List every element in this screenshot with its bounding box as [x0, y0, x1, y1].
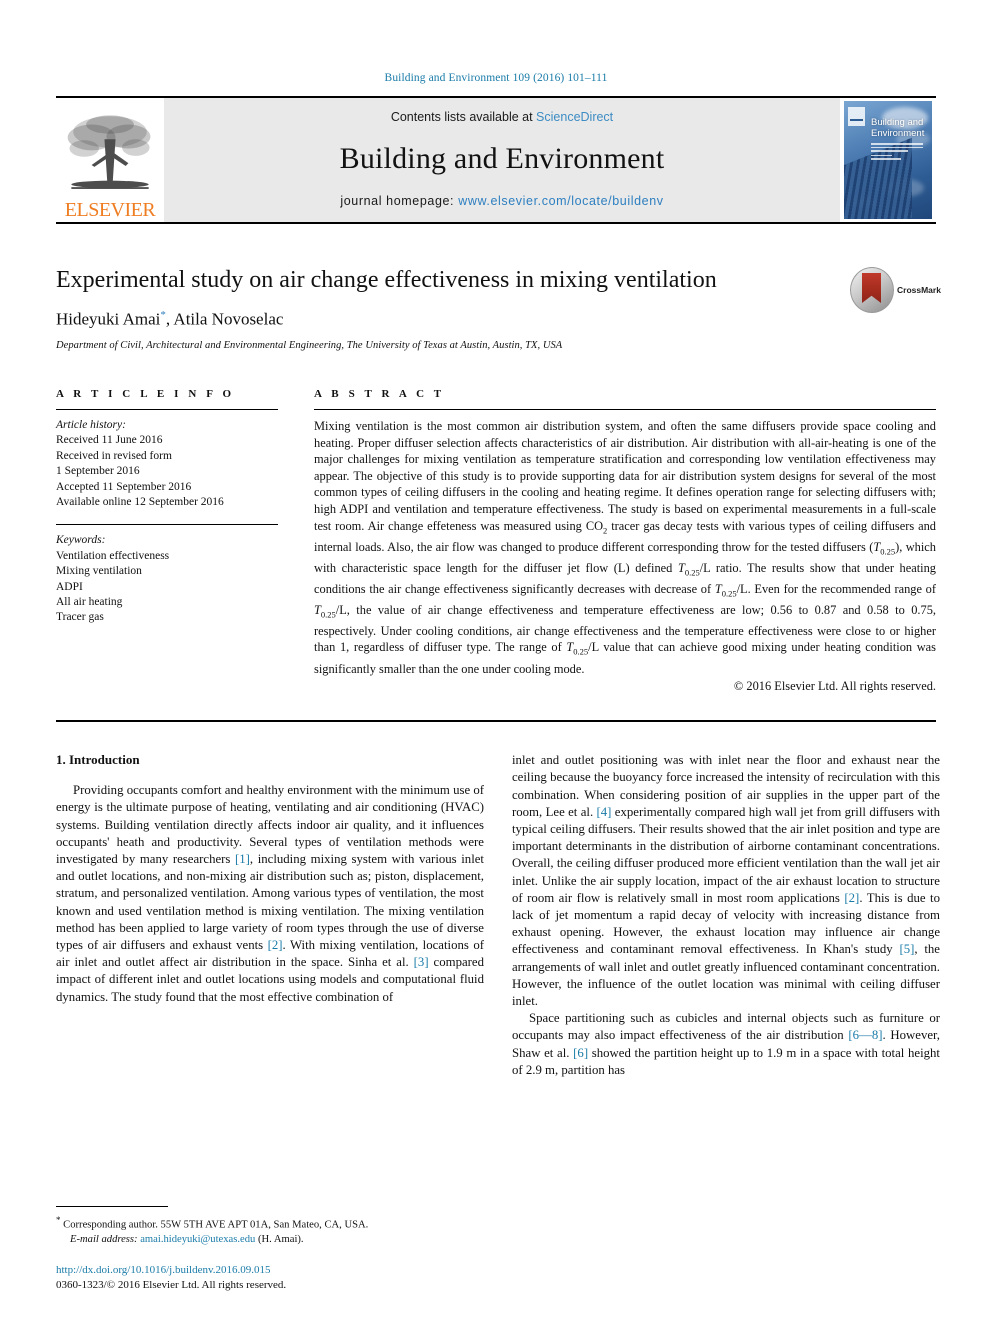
article-info-heading: A R T I C L E I N F O	[56, 388, 235, 400]
keyword-item: Tracer gas	[56, 611, 104, 624]
citation-ref-5[interactable]: [5]	[899, 942, 914, 956]
history-item: 1 September 2016	[56, 465, 140, 478]
keyword-item: Mixing ventilation	[56, 565, 142, 578]
section-heading-introduction: 1. Introduction	[56, 752, 140, 768]
t025-subscript: 0.25	[320, 609, 336, 620]
divider	[314, 409, 936, 410]
article-info-column: A R T I C L E I N F O Article history: R…	[56, 388, 278, 694]
journal-cover: Building and Environment	[840, 98, 936, 222]
citation-ref-4[interactable]: [4]	[597, 805, 612, 819]
author-primary: Hideyuki Amai	[56, 309, 161, 329]
para-seg: experimentally compared high wall jet fr…	[512, 804, 940, 905]
divider	[56, 409, 278, 410]
t025-symbol: T	[314, 602, 321, 617]
citation-ref-6[interactable]: [6]	[573, 1046, 588, 1060]
body-column-left: 1. Introduction Providing occupants comf…	[56, 752, 484, 1079]
keyword-item: ADPI	[56, 580, 83, 593]
citation-ref-2[interactable]: [2]	[844, 891, 859, 905]
sciencedirect-link[interactable]: ScienceDirect	[536, 110, 613, 124]
crossmark-icon	[850, 267, 894, 313]
citation-ref-3[interactable]: [3]	[414, 955, 429, 969]
divider	[56, 720, 936, 723]
citation-ref-2[interactable]: [2]	[268, 938, 283, 952]
affiliation: Department of Civil, Architectural and E…	[56, 339, 563, 351]
body-column-right: inlet and outlet positioning was with in…	[512, 752, 940, 1079]
history-item: Received 11 June 2016	[56, 434, 163, 447]
title-area: Experimental study on air change effecti…	[56, 266, 941, 362]
email-label: E-mail address:	[70, 1234, 138, 1245]
history-item: Received in revised form	[56, 449, 172, 462]
t025-subscript: 0.25	[684, 567, 700, 578]
paper-page: Building and Environment 109 (2016) 101–…	[0, 0, 992, 1323]
cover-elsevier-badge	[848, 107, 865, 126]
contents-list-line: Contents lists available at ScienceDirec…	[391, 110, 613, 124]
doi-link[interactable]: http://dx.doi.org/10.1016/j.buildenv.201…	[56, 1263, 484, 1278]
intro-paragraph-right-2: Space partitioning such as cubicles and …	[512, 1010, 940, 1079]
abstract-seg: Mixing ventilation is the most common ai…	[314, 419, 936, 533]
para-seg: , including mixing system with various i…	[56, 851, 484, 952]
crossmark-label: CrossMark	[897, 284, 941, 295]
journal-masthead: ELSEVIER Contents lists available at Sci…	[56, 96, 936, 224]
running-head: Building and Environment 109 (2016) 101–…	[384, 72, 608, 84]
author-secondary: , Atila Novoselac	[165, 309, 284, 329]
journal-title: Building and Environment	[339, 142, 665, 175]
abstract-column: A B S T R A C T Mixing ventilation is th…	[314, 388, 936, 694]
intro-paragraph-right-1: inlet and outlet positioning was with in…	[512, 752, 940, 1010]
masthead-center: Contents lists available at ScienceDirec…	[164, 98, 840, 222]
doi-block: http://dx.doi.org/10.1016/j.buildenv.201…	[56, 1263, 484, 1293]
crossmark-badge[interactable]: CrossMark	[850, 266, 941, 314]
issn-copyright: 0360-1323/© 2016 Elsevier Ltd. All right…	[56, 1279, 287, 1291]
divider	[56, 524, 278, 526]
article-history-label: Article history:	[56, 419, 126, 431]
abstract-copyright: © 2016 Elsevier Ltd. All rights reserved…	[733, 679, 936, 694]
elsevier-logo: ELSEVIER	[56, 98, 164, 222]
abstract-seg: /L. Even for the recommended range of	[736, 581, 936, 596]
footnote-divider	[56, 1206, 168, 1208]
footnote-seg: Corresponding author. 55W 5TH AVE APT 01…	[60, 1220, 369, 1231]
footnote-block: * Corresponding author. 55W 5TH AVE APT …	[56, 1206, 484, 1293]
cover-title-line1: Building and	[871, 117, 924, 128]
keyword-item: All air heating	[56, 596, 123, 609]
author-list: Hideyuki Amai*, Atila Novoselac	[56, 309, 936, 330]
citation-ref-1[interactable]: [1]	[235, 852, 250, 866]
t025-symbol: T	[714, 581, 722, 596]
corresponding-author-note: * Corresponding author. 55W 5TH AVE APT …	[56, 1213, 484, 1233]
t025-symbol: T	[677, 560, 685, 575]
abstract-text: Mixing ventilation is the most common ai…	[314, 418, 936, 677]
body-columns: 1. Introduction Providing occupants comf…	[56, 752, 940, 1079]
abstract-heading: A B S T R A C T	[314, 388, 445, 400]
elsevier-tree-icon	[67, 115, 151, 189]
citation-ref-6-8[interactable]: [6—8]	[848, 1028, 882, 1042]
journal-homepage-line: journal homepage: www.elsevier.com/locat…	[340, 194, 663, 208]
email-link[interactable]: amai.hideyuki@utexas.edu	[140, 1234, 255, 1245]
keyword-item: Ventilation effectiveness	[56, 549, 170, 562]
t025-subscript: 0.25	[880, 546, 896, 557]
keywords-label: Keywords:	[56, 534, 106, 547]
page-title: Experimental study on air change effecti…	[56, 267, 717, 293]
cover-title-line2: Environment	[871, 128, 925, 139]
email-suffix: (H. Amai).	[255, 1234, 304, 1245]
homepage-prefix: journal homepage:	[340, 194, 459, 208]
cover-subtitle-lines	[871, 143, 923, 162]
t025-subscript: 0.25	[721, 588, 737, 599]
cover-title: Building and Environment	[871, 117, 924, 139]
contents-prefix: Contents lists available at	[390, 110, 537, 124]
email-note: E-mail address: amai.hideyuki@utexas.edu…	[56, 1233, 484, 1247]
t025-subscript: 0.25	[573, 646, 589, 657]
history-item: Available online 12 September 2016	[56, 496, 224, 509]
history-item: Accepted 11 September 2016	[56, 480, 192, 493]
journal-cover-image: Building and Environment	[844, 101, 932, 219]
intro-paragraph-left: Providing occupants comfort and healthy …	[56, 782, 484, 1006]
info-abstract-block: A R T I C L E I N F O Article history: R…	[56, 388, 936, 694]
journal-homepage-link[interactable]: www.elsevier.com/locate/buildenv	[458, 194, 663, 208]
elsevier-wordmark: ELSEVIER	[64, 199, 156, 221]
